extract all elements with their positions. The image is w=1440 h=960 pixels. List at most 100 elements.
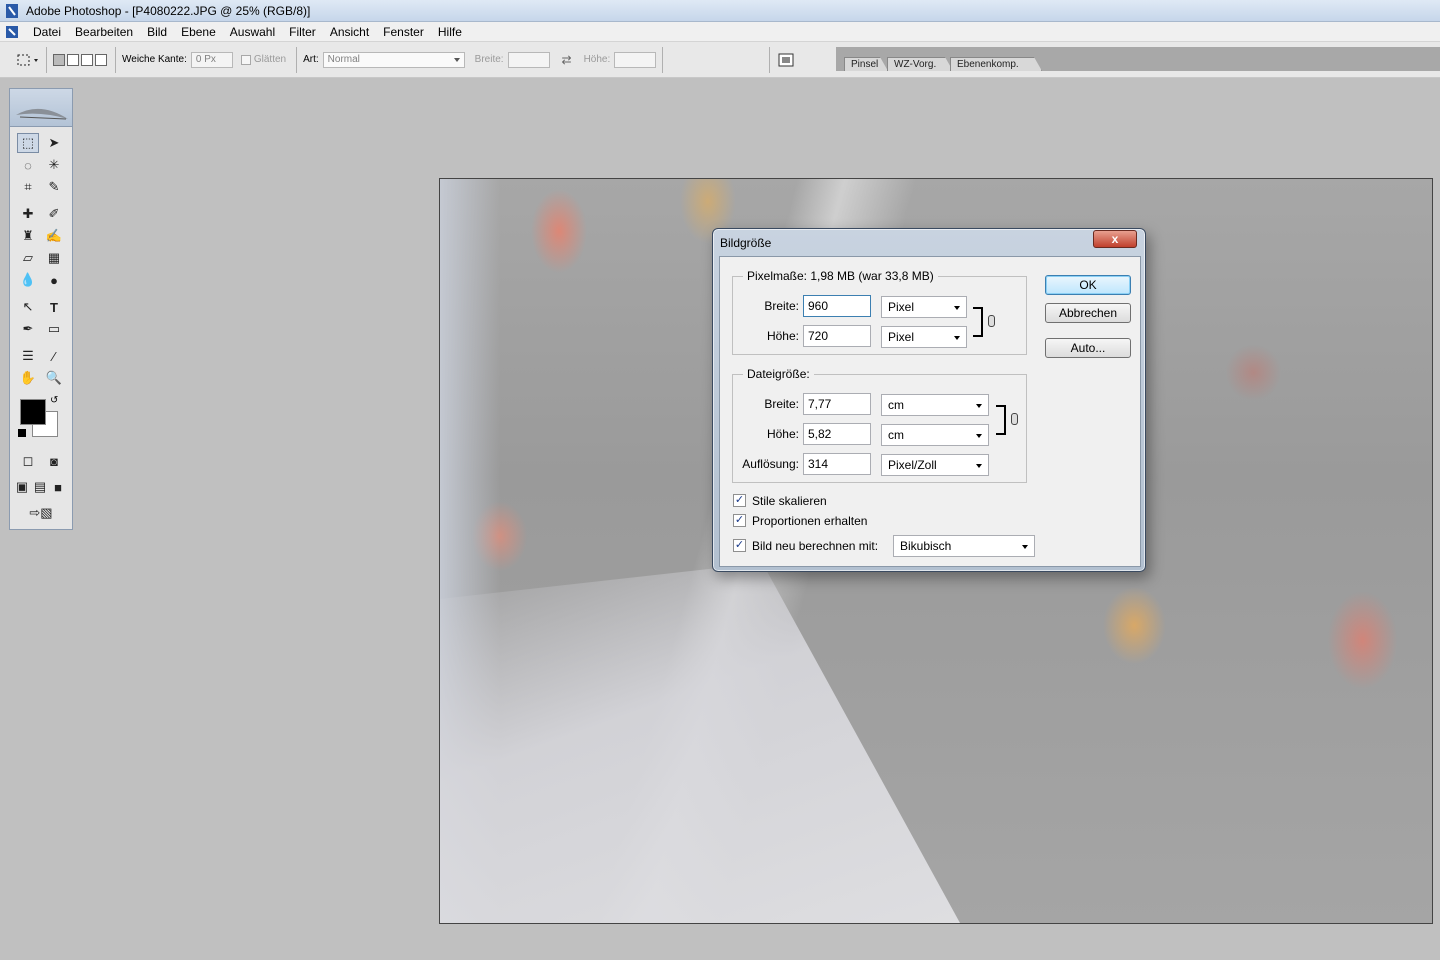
style-select[interactable]: Normal (322, 51, 465, 68)
move-tool-icon[interactable]: ➤ (43, 133, 65, 153)
swap-colors-icon[interactable]: ↺ (50, 395, 58, 406)
feather-input[interactable]: 0 Px (190, 51, 233, 68)
screen-mode-full-menu-icon[interactable]: ▤ (31, 477, 49, 497)
style-label: Art: (303, 54, 319, 65)
pixel-width-unit-select[interactable]: Pixel (881, 296, 967, 318)
quick-mask-mode-icon[interactable]: ◙ (43, 451, 65, 471)
window-title: Adobe Photoshop - [P4080222.JPG @ 25% (R… (26, 3, 311, 18)
fixed-width-input[interactable] (507, 51, 550, 68)
magic-wand-tool-icon[interactable]: ✳ (43, 155, 65, 175)
pixel-dimensions-legend: Pixelmaße: 1,98 MB (war 33,8 MB) (743, 269, 938, 283)
feather-logo-icon[interactable] (10, 89, 72, 127)
selection-mode-new-icon[interactable] (53, 53, 65, 66)
pixel-width-label: Breite: (764, 299, 799, 313)
selection-mode-subtract-icon[interactable] (81, 53, 93, 66)
pixel-height-label: Höhe: (766, 329, 799, 343)
resample-method-select[interactable]: Bikubisch (893, 535, 1035, 557)
path-selection-tool-icon[interactable]: ↖ (17, 297, 39, 317)
healing-brush-tool-icon[interactable]: ✚ (17, 204, 39, 224)
eraser-tool-icon[interactable]: ▱ (17, 248, 39, 268)
pen-tool-icon[interactable]: ✒ (17, 319, 39, 339)
lasso-tool-icon[interactable]: ◌ (17, 155, 39, 175)
ok-button[interactable]: OK (1045, 275, 1131, 295)
pixel-height-input[interactable]: 720 (803, 325, 871, 347)
constrain-bracket (973, 307, 983, 337)
separator (662, 46, 664, 73)
antialias-label: Glätten (253, 54, 287, 65)
document-menu-icon[interactable] (4, 24, 20, 40)
type-tool-icon[interactable]: T (43, 297, 65, 317)
jump-to-imageready-icon[interactable]: ⇨▧ (17, 503, 65, 523)
screen-mode-standard-icon[interactable]: ▣ (13, 477, 31, 497)
pixel-height-unit-select[interactable]: Pixel (881, 326, 967, 348)
palette-tab-ebenenkomp[interactable]: Ebenenkomp. (950, 57, 1042, 71)
cancel-button[interactable]: Abbrechen (1045, 303, 1131, 323)
menu-ebene[interactable]: Ebene (174, 22, 223, 42)
doc-width-input[interactable]: 7,77 (803, 393, 871, 415)
resample-label: Bild neu berechnen mit: (752, 539, 879, 553)
constrain-bracket (996, 405, 1006, 435)
constrain-proportions-checkbox[interactable]: ✓ (733, 514, 746, 527)
auto-button[interactable]: Auto... (1045, 338, 1131, 358)
menu-hilfe[interactable]: Hilfe (431, 22, 469, 42)
standard-mode-icon[interactable]: ◻ (17, 451, 39, 471)
swap-dimensions-icon[interactable]: ⇄ (550, 53, 584, 67)
antialias-checkbox[interactable] (240, 54, 251, 65)
doc-height-unit-select[interactable]: cm (881, 424, 989, 446)
file-browser-icon[interactable] (776, 50, 798, 70)
menu-auswahl[interactable]: Auswahl (223, 22, 282, 42)
constrain-proportions-label: Proportionen erhalten (752, 514, 868, 528)
fixed-height-label: Höhe: (583, 54, 611, 65)
default-colors-icon[interactable] (18, 429, 26, 437)
doc-width-unit-select[interactable]: cm (881, 394, 989, 416)
eyedropper-tool-icon[interactable]: ⁄ (43, 346, 65, 366)
menu-ansicht[interactable]: Ansicht (323, 22, 376, 42)
pixel-width-input[interactable]: 960 (803, 295, 871, 317)
clone-stamp-tool-icon[interactable]: ♜ (17, 226, 39, 246)
separator (46, 46, 47, 73)
brush-tool-icon[interactable]: ✐ (43, 204, 65, 224)
foreground-color-swatch[interactable] (20, 399, 46, 425)
palette-tab-pinsel[interactable]: Pinsel (844, 57, 888, 71)
menu-filter[interactable]: Filter (282, 22, 323, 42)
doc-height-label: Höhe: (766, 427, 799, 441)
rectangle-shape-tool-icon[interactable]: ▭ (43, 319, 65, 339)
zoom-tool-icon[interactable]: 🔍 (43, 368, 65, 388)
menu-bearbeiten[interactable]: Bearbeiten (68, 22, 140, 42)
resolution-input[interactable]: 314 (803, 453, 871, 475)
document-size-group: Dateigröße: Breite: 7,77 cm Höhe: 5,82 c… (732, 367, 1027, 483)
document-size-legend: Dateigröße: (743, 367, 814, 381)
dodge-tool-icon[interactable]: ● (43, 270, 65, 290)
resample-checkbox[interactable]: ✓ (733, 539, 746, 552)
slice-tool-icon[interactable]: ✎ (43, 177, 65, 197)
fixed-height-input[interactable] (614, 51, 657, 68)
image-size-dialog: Bildgröße x Pixelmaße: 1,98 MB (war 33,8… (712, 228, 1146, 572)
scale-styles-checkbox[interactable]: ✓ (733, 494, 746, 507)
resample-method-value: Bikubisch (900, 539, 952, 553)
doc-width-unit-value: cm (888, 398, 904, 412)
menu-datei[interactable]: Datei (26, 22, 68, 42)
close-button[interactable]: x (1093, 230, 1137, 248)
gradient-tool-icon[interactable]: ▦ (43, 248, 65, 268)
doc-height-input[interactable]: 5,82 (803, 423, 871, 445)
dialog-body: Pixelmaße: 1,98 MB (war 33,8 MB) Breite:… (719, 256, 1141, 567)
blur-tool-icon[interactable]: 💧 (17, 270, 39, 290)
resolution-label: Auflösung: (742, 457, 799, 471)
screen-mode-full-icon[interactable]: ■ (49, 477, 67, 497)
notes-tool-icon[interactable]: ☰ (17, 346, 39, 366)
pixel-width-unit-value: Pixel (888, 300, 915, 314)
doc-height-unit-value: cm (888, 428, 904, 442)
chain-link-icon (1011, 413, 1018, 425)
hand-tool-icon[interactable]: ✋ (17, 368, 39, 388)
marquee-tool-preset-icon[interactable] (10, 50, 40, 70)
resolution-unit-select[interactable]: Pixel/Zoll (881, 454, 989, 476)
menu-bild[interactable]: Bild (140, 22, 174, 42)
rectangular-marquee-tool-icon[interactable]: ⬚ (17, 133, 39, 153)
history-brush-tool-icon[interactable]: ✍ (43, 226, 65, 246)
selection-mode-add-icon[interactable] (67, 53, 79, 66)
crop-tool-icon[interactable]: ⌗ (17, 177, 39, 197)
menu-fenster[interactable]: Fenster (376, 22, 431, 42)
palette-tab-wz-vorg[interactable]: WZ-Vorg. (887, 57, 953, 71)
selection-mode-intersect-icon[interactable] (95, 53, 107, 66)
title-bar: Adobe Photoshop - [P4080222.JPG @ 25% (R… (0, 0, 1440, 22)
